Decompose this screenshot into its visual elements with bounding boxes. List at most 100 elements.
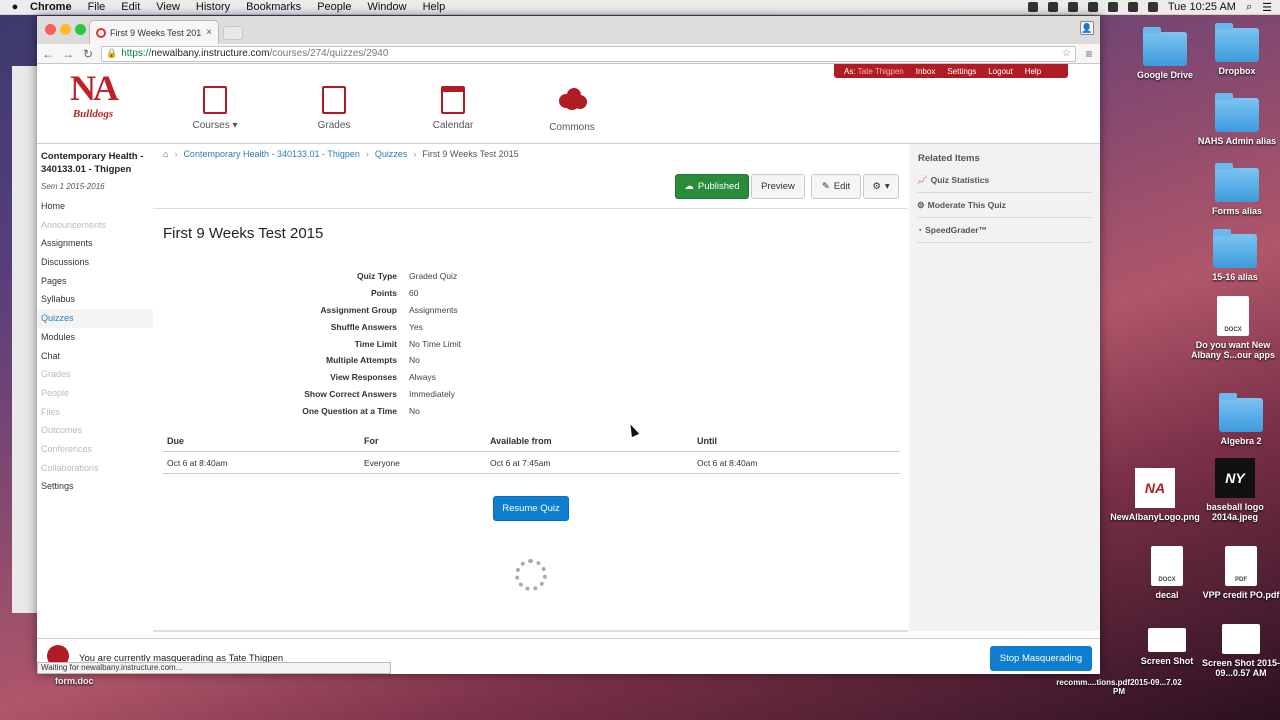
menubar-clock[interactable]: Tue 10:25 AM bbox=[1168, 1, 1236, 13]
course-nav-modules[interactable]: Modules bbox=[37, 328, 153, 347]
breadcrumb-quizzes[interactable]: Quizzes bbox=[375, 149, 408, 159]
inbox-link[interactable]: Inbox bbox=[916, 67, 936, 76]
school-logo[interactable]: NA Bulldogs bbox=[65, 68, 121, 140]
desktop-partial-formdoc[interactable]: form.doc bbox=[55, 676, 94, 686]
stop-masquerading-button[interactable]: Stop Masquerading bbox=[990, 646, 1092, 671]
course-nav-people[interactable]: People bbox=[37, 384, 153, 403]
course-nav-assignments[interactable]: Assignments bbox=[37, 234, 153, 253]
dropbox-tray-icon[interactable] bbox=[1067, 2, 1078, 12]
detail-row-quiz-type: Quiz Type Graded Quiz bbox=[187, 268, 587, 285]
settings-link[interactable]: Settings bbox=[947, 67, 976, 76]
wifi-icon[interactable] bbox=[1107, 2, 1118, 12]
close-tab-icon[interactable]: × bbox=[206, 27, 212, 38]
course-nav-conferences[interactable]: Conferences bbox=[37, 440, 153, 459]
reload-icon[interactable]: ↻ bbox=[81, 47, 95, 61]
quiz-statistics-link[interactable]: 📈 Quiz Statistics bbox=[917, 168, 1092, 193]
loading-spinner-icon bbox=[515, 559, 547, 591]
menu-file[interactable]: File bbox=[88, 1, 106, 13]
desktop-icon-forms[interactable]: Forms alias bbox=[1192, 163, 1280, 216]
course-nav-quizzes[interactable]: Quizzes bbox=[37, 309, 153, 328]
spotlight-icon[interactable]: ⌕ bbox=[1246, 1, 1252, 14]
desktop-icon-screenshot-2[interactable]: Screen Shot 2015-09...0.57 AM bbox=[1196, 624, 1280, 678]
menu-history[interactable]: History bbox=[196, 1, 230, 13]
address-bar[interactable]: 🔒 https://newalbany.instructure.com/cour… bbox=[101, 45, 1076, 62]
desktop-icon-dropbox[interactable]: Dropbox bbox=[1192, 23, 1280, 76]
bookmark-star-icon[interactable]: ☆ bbox=[1062, 48, 1071, 59]
course-nav-outcomes[interactable]: Outcomes bbox=[37, 421, 153, 440]
detail-row-multiple-attempts: Multiple Attempts No bbox=[187, 352, 587, 369]
desktop-icon-15-16[interactable]: 15-16 alias bbox=[1190, 229, 1280, 282]
settings-menu-button[interactable]: ⚙ ▾ bbox=[863, 174, 899, 199]
desktop-icon-algebra2[interactable]: Algebra 2 bbox=[1196, 393, 1280, 446]
nav-label: Courses bbox=[192, 120, 230, 131]
menu-window[interactable]: Window bbox=[367, 1, 406, 13]
logout-link[interactable]: Logout bbox=[988, 67, 1012, 76]
breadcrumb-course[interactable]: Contemporary Health - 340133.01 - Thigpe… bbox=[183, 149, 359, 159]
course-nav-grades[interactable]: Grades bbox=[37, 365, 153, 384]
drive-tray-icon[interactable] bbox=[1087, 2, 1098, 12]
profile-icon[interactable]: 👤 bbox=[1080, 21, 1094, 35]
pencil-icon: ✎ bbox=[821, 181, 830, 192]
forward-arrow-icon[interactable]: → bbox=[61, 47, 75, 61]
global-nav-calendar[interactable]: Calendar bbox=[413, 86, 493, 131]
zoom-window-button[interactable] bbox=[75, 24, 86, 35]
menu-app-name[interactable]: Chrome bbox=[30, 1, 72, 13]
column-header-available-from: Available from bbox=[490, 435, 552, 446]
volume-icon[interactable] bbox=[1127, 2, 1138, 12]
desktop-icon-baseball-logo[interactable]: NY baseball logo 2014a.jpeg bbox=[1190, 458, 1280, 522]
course-nav-collaborations[interactable]: Collaborations bbox=[37, 459, 153, 478]
menu-bookmarks[interactable]: Bookmarks bbox=[246, 1, 301, 13]
apple-menu-icon[interactable]: ● bbox=[0, 1, 30, 13]
speedgrader-link[interactable]: ◔ SpeedGrader™ bbox=[917, 218, 1092, 243]
new-tab-button[interactable] bbox=[223, 26, 243, 40]
battery-icon[interactable] bbox=[1147, 2, 1158, 12]
course-nav-announcements[interactable]: Announcements bbox=[37, 216, 153, 235]
moderate-quiz-link[interactable]: ⚙ Moderate This Quiz bbox=[917, 193, 1092, 218]
global-nav-courses[interactable]: Courses ▾ bbox=[175, 86, 255, 131]
quiz-dates-table: Due For Available from Until Oct 6 at 8:… bbox=[163, 430, 900, 474]
course-nav-discussions[interactable]: Discussions bbox=[37, 253, 153, 272]
menu-help[interactable]: Help bbox=[423, 1, 446, 13]
minimize-window-button[interactable] bbox=[60, 24, 71, 35]
desktop-partial-label[interactable]: recomm....tions.pdf2015-09...7.02 PM bbox=[1054, 678, 1184, 696]
course-nav-home[interactable]: Home bbox=[37, 197, 153, 216]
course-title[interactable]: Contemporary Health - 340133.01 - Thigpe… bbox=[37, 144, 153, 176]
global-nav-commons[interactable]: Commons bbox=[532, 86, 612, 133]
published-button[interactable]: ☁ Published bbox=[675, 174, 749, 199]
course-nav-pages[interactable]: Pages bbox=[37, 272, 153, 291]
desktop-icon-docx-newalbany[interactable]: DOCX Do you want New Albany S...our apps bbox=[1188, 296, 1278, 360]
home-icon[interactable]: ⌂ bbox=[163, 149, 168, 159]
folder-icon bbox=[1215, 163, 1259, 202]
browser-toolbar: ← → ↻ 🔒 https://newalbany.instructure.co… bbox=[37, 44, 1100, 64]
chrome-menu-icon[interactable]: ≡ bbox=[1082, 47, 1096, 61]
record-icon[interactable] bbox=[1027, 2, 1038, 12]
course-nav-chat[interactable]: Chat bbox=[37, 347, 153, 366]
back-arrow-icon[interactable]: ← bbox=[41, 47, 55, 61]
background-window[interactable] bbox=[12, 66, 38, 613]
preview-button[interactable]: Preview bbox=[751, 174, 805, 199]
browser-tab[interactable]: First 9 Weeks Test 2015: C × bbox=[89, 20, 219, 44]
help-link[interactable]: Help bbox=[1025, 67, 1041, 76]
desktop-icon-vpp-credit[interactable]: PDF VPP credit PO.pdf bbox=[1196, 546, 1280, 600]
course-nav-syllabus[interactable]: Syllabus bbox=[37, 290, 153, 309]
desktop-icon-newalbanylogo[interactable]: NA NewAlbanyLogo.png bbox=[1110, 468, 1200, 522]
course-nav-files[interactable]: Files bbox=[37, 403, 153, 422]
menu-people[interactable]: People bbox=[317, 1, 351, 13]
breadcrumb-separator-icon: › bbox=[413, 149, 417, 159]
masquerade-user[interactable]: As: Tate Thigpen bbox=[844, 67, 904, 76]
notification-center-icon[interactable]: ☰ bbox=[1262, 1, 1272, 14]
book-icon bbox=[203, 86, 227, 114]
resume-quiz-button[interactable]: Resume Quiz bbox=[493, 496, 569, 521]
edit-button[interactable]: ✎ Edit bbox=[811, 174, 861, 199]
detail-value: Assignments bbox=[409, 304, 458, 315]
divider bbox=[153, 630, 908, 632]
desktop-icon-nahs-admin[interactable]: NAHS Admin alias bbox=[1192, 93, 1280, 146]
close-window-button[interactable] bbox=[45, 24, 56, 35]
global-nav-grades[interactable]: Grades bbox=[294, 86, 374, 131]
logo-subtitle: Bulldogs bbox=[72, 108, 114, 120]
menu-edit[interactable]: Edit bbox=[121, 1, 140, 13]
sync-icon[interactable] bbox=[1047, 2, 1058, 12]
gradebook-icon bbox=[322, 86, 346, 114]
course-nav-settings[interactable]: Settings bbox=[37, 477, 153, 496]
menu-view[interactable]: View bbox=[156, 1, 180, 13]
